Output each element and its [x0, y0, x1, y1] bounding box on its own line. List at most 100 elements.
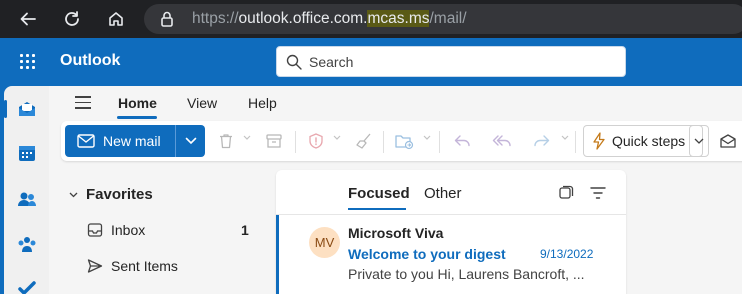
- url-path: /mail/: [429, 10, 467, 27]
- search-icon: [286, 54, 302, 70]
- quick-steps-button[interactable]: Quick steps: [583, 125, 703, 157]
- calendar-icon: [18, 146, 35, 161]
- quick-steps-label: Quick steps: [612, 133, 686, 149]
- reply-button[interactable]: [451, 130, 473, 152]
- selection-indicator: [276, 215, 279, 294]
- groups-icon: [18, 237, 35, 252]
- envelope-icon: [77, 134, 95, 148]
- url-scheme: https://: [192, 10, 239, 27]
- chevron-down-icon: [694, 138, 704, 144]
- sweep-button[interactable]: [353, 130, 375, 152]
- ribbon-separator: [575, 131, 576, 153]
- filter-button[interactable]: [590, 186, 606, 205]
- delete-button[interactable]: [215, 130, 237, 152]
- rail-item-calendar[interactable]: [4, 136, 49, 170]
- tab-home[interactable]: Home: [118, 95, 157, 111]
- chevron-down-icon: [69, 192, 78, 197]
- chevron-down-icon[interactable]: [423, 135, 431, 141]
- reload-button[interactable]: [58, 5, 86, 33]
- address-bar[interactable]: https://outlook.office.com.mcas.ms/mail/: [144, 4, 742, 34]
- favorites-header[interactable]: Favorites: [69, 186, 153, 203]
- select-icon: [559, 185, 574, 199]
- message-sender: Microsoft Viva: [348, 225, 444, 241]
- archive-icon: [266, 134, 282, 148]
- home-icon: [109, 12, 123, 26]
- home-button[interactable]: [102, 5, 130, 33]
- rail-item-groups[interactable]: [4, 228, 49, 262]
- tab-home-underline: [117, 116, 157, 119]
- app-launcher-icon[interactable]: [20, 54, 36, 70]
- new-mail-button-group: New mail: [65, 125, 205, 157]
- url-highlight: mcas.ms: [367, 10, 430, 27]
- read-unread-button[interactable]: [717, 130, 739, 152]
- reload-icon: [65, 11, 79, 26]
- send-icon: [87, 259, 103, 273]
- rail-item-people[interactable]: [4, 182, 49, 216]
- chevron-down-icon[interactable]: [561, 135, 569, 141]
- hamburger-menu-icon[interactable]: [75, 96, 91, 113]
- folder-pane: Favorites Inbox 1 Sent Items: [49, 170, 274, 294]
- forward-icon: [534, 135, 550, 147]
- folder-item-sent-items[interactable]: Sent Items: [87, 254, 178, 278]
- message-subject: Welcome to your digest: [348, 246, 506, 262]
- rail-active-indicator: [4, 100, 7, 118]
- message-list: Focused Other MV Microsoft Viva Welcome …: [276, 170, 626, 294]
- tab-other[interactable]: Other: [424, 185, 462, 202]
- filter-icon: [590, 187, 606, 199]
- envelope-open-icon: [720, 134, 736, 148]
- favorites-label: Favorites: [86, 186, 153, 203]
- people-icon: [17, 192, 36, 206]
- inbox-icon: [87, 223, 103, 237]
- mail-app-icon: [18, 102, 35, 116]
- new-mail-dropdown[interactable]: [175, 125, 205, 157]
- broom-icon: [356, 133, 371, 149]
- app-rail: [4, 86, 49, 294]
- chevron-down-icon: [185, 137, 196, 145]
- url-text: https://outlook.office.com.mcas.ms/mail/: [192, 10, 467, 28]
- rail-item-todo[interactable]: [4, 272, 49, 294]
- folder-label: Sent Items: [111, 258, 178, 274]
- ribbon-separator: [439, 131, 440, 153]
- message-preview: Private to you Hi, Laurens Bancroft, ...: [348, 266, 585, 282]
- chevron-down-icon[interactable]: [243, 135, 251, 141]
- search-input[interactable]: Search: [276, 46, 626, 77]
- shield-icon: [309, 133, 323, 149]
- folder-label: Inbox: [111, 222, 146, 238]
- app-header: Outlook Search: [0, 38, 742, 86]
- folder-item-inbox[interactable]: Inbox: [87, 218, 145, 242]
- select-mode-button[interactable]: [558, 185, 574, 206]
- tab-view[interactable]: View: [187, 95, 217, 111]
- reply-icon: [454, 135, 470, 147]
- avatar: MV: [309, 227, 340, 258]
- todo-icon: [17, 281, 36, 294]
- ribbon-toolbar: New mail Quick steps: [61, 121, 742, 161]
- main-area: Home View Help New mail Quick steps Favo…: [49, 86, 742, 294]
- forward-button[interactable]: [531, 130, 553, 152]
- chevron-down-icon[interactable]: [333, 135, 341, 141]
- new-mail-label: New mail: [103, 133, 161, 149]
- tab-focused[interactable]: Focused: [348, 185, 410, 202]
- trash-icon: [220, 134, 232, 149]
- url-domain: outlook.office.com.: [238, 10, 368, 27]
- quick-steps-dropdown[interactable]: [689, 125, 709, 157]
- search-placeholder: Search: [309, 54, 354, 70]
- lightning-icon: [593, 132, 605, 150]
- lock-icon: [161, 11, 173, 27]
- new-mail-button[interactable]: New mail: [65, 125, 175, 157]
- reply-all-button[interactable]: [491, 130, 513, 152]
- back-button[interactable]: [14, 5, 42, 33]
- tab-help[interactable]: Help: [248, 95, 277, 111]
- message-item[interactable]: MV Microsoft Viva Welcome to your digest…: [276, 215, 626, 294]
- move-to-button[interactable]: [393, 130, 415, 152]
- rail-item-mail[interactable]: [4, 92, 49, 126]
- ribbon-tabs: Home View Help: [49, 86, 742, 120]
- browser-toolbar: https://outlook.office.com.mcas.ms/mail/: [0, 0, 742, 38]
- report-button[interactable]: [305, 130, 327, 152]
- arrow-left-icon: [20, 12, 36, 26]
- ribbon-separator: [295, 131, 296, 153]
- unread-count-badge: 1: [241, 222, 249, 238]
- app-title[interactable]: Outlook: [60, 52, 120, 70]
- ribbon-separator: [383, 131, 384, 153]
- message-date: 9/13/2022: [540, 247, 594, 261]
- archive-button[interactable]: [263, 130, 285, 152]
